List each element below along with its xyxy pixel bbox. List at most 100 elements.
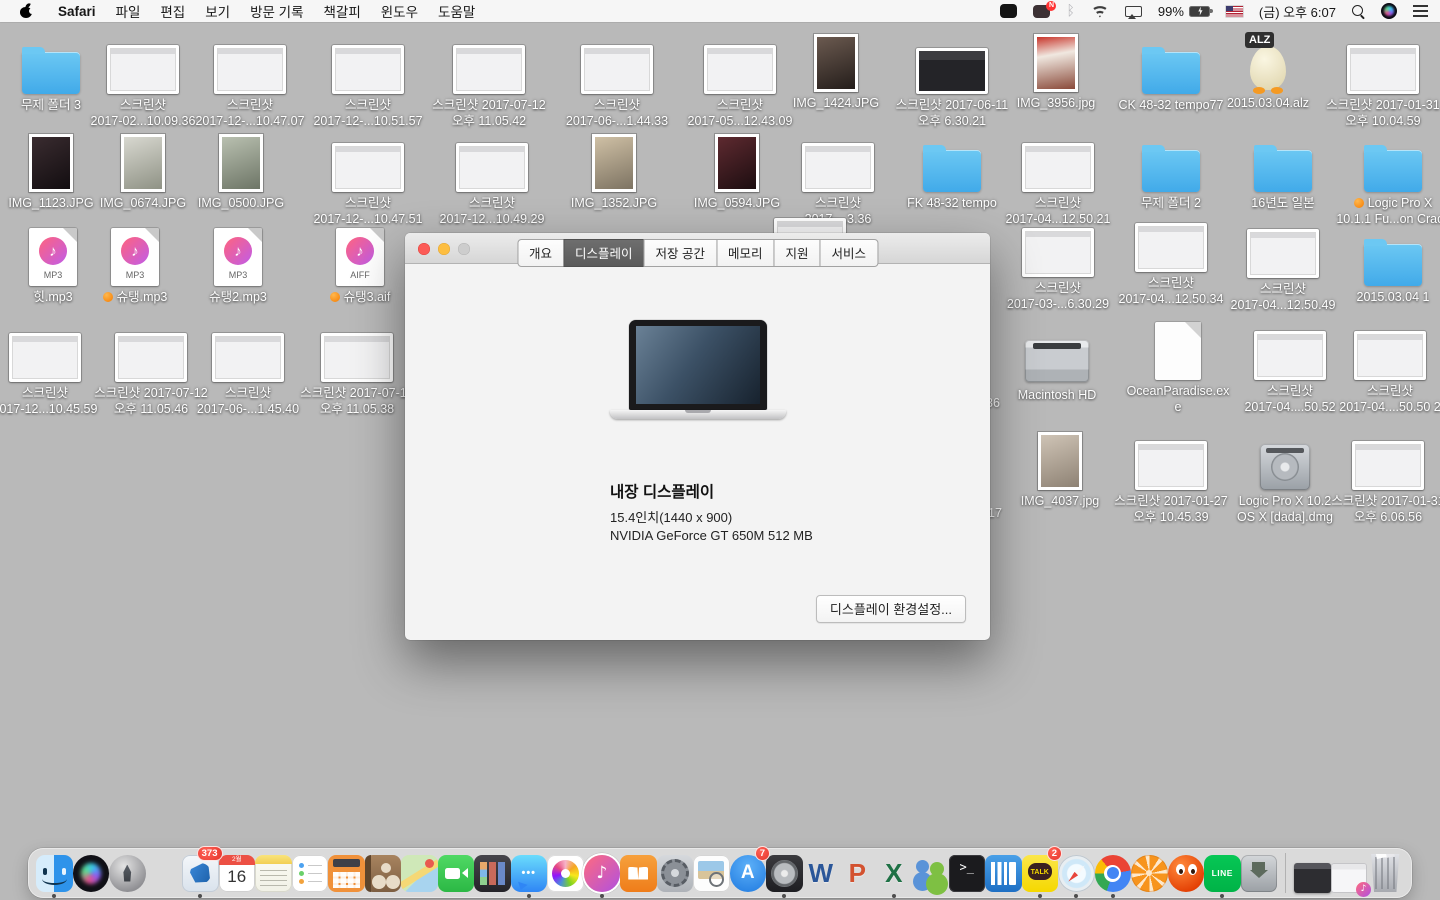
menu-item[interactable]: 방문 기록 (240, 1, 313, 21)
menu-item[interactable]: 파일 (106, 1, 151, 21)
wifi-icon[interactable] (1091, 5, 1109, 18)
desktop-icon[interactable]: 무제 폴더 2 (1109, 130, 1233, 211)
dock-terminal[interactable]: >_ (949, 849, 986, 897)
window-tab[interactable]: 서비스 (820, 239, 879, 267)
dock-ppt[interactable]: P (839, 849, 876, 897)
desktop-icon[interactable]: IMG_3956.jpg (994, 30, 1118, 111)
window-tab[interactable]: 디스플레이 (563, 239, 645, 267)
dock-siri[interactable] (73, 849, 110, 897)
window-titlebar[interactable]: 개요디스플레이저장 공간메모리지원서비스 (405, 233, 990, 264)
desktop-icon[interactable]: 스크린샷 2017-06-...1.44.33 (555, 32, 679, 130)
window-tab[interactable]: 지원 (774, 239, 821, 267)
dock-launchpad[interactable] (109, 849, 146, 897)
desktop-icon[interactable]: 스크린샷 2017-07-12 오후 11.05.42 (427, 32, 551, 130)
dock-photobooth[interactable] (474, 849, 511, 897)
line-status-icon[interactable] (1000, 4, 1017, 18)
app-menu-safari[interactable]: Safari (48, 0, 106, 22)
desktop-icon[interactable]: OceanParadise.ex e (1116, 318, 1240, 416)
airplay-icon[interactable] (1125, 6, 1142, 17)
menu-item[interactable]: 책갈피 (314, 1, 371, 21)
dock-preview[interactable] (693, 849, 730, 897)
desktop-icon[interactable]: ♪AIFF 슈탱3.aif (298, 224, 422, 305)
dock-notes[interactable] (255, 849, 292, 897)
dock-ibooks[interactable] (620, 849, 657, 897)
dock-gom[interactable] (1168, 849, 1205, 897)
dock-word[interactable]: W (803, 849, 840, 897)
desktop-icon[interactable]: 스크린샷 2017-01-31 오후 6.06.56 (1326, 428, 1440, 526)
dock-calculator[interactable] (328, 849, 365, 897)
minimize-button[interactable] (438, 243, 450, 255)
desktop-icon[interactable]: Macintosh HD (995, 322, 1119, 403)
desktop-icon[interactable]: 스크린샷 2017-12...10.49.29 (430, 130, 554, 228)
desktop-icon[interactable]: Logic Pro X 10.1.1 Fu...on Crack (1331, 130, 1440, 228)
desktop-icon[interactable]: ALZ 2015.03.04.alz (1206, 30, 1330, 111)
desktop-icon[interactable]: 스크린샷 2017-04...12.50.49 (1221, 216, 1345, 314)
input-source-flag-icon[interactable] (1226, 6, 1243, 17)
dock-mission-control[interactable] (146, 849, 183, 897)
dock-photos[interactable] (547, 849, 584, 897)
dock-reminders[interactable] (292, 849, 329, 897)
window-tab[interactable]: 개요 (517, 239, 564, 267)
desktop-icon[interactable]: 스크린샷 2017-04...12.50.21 (996, 130, 1120, 228)
window-tab[interactable]: 저장 공간 (644, 239, 717, 267)
menu-item[interactable]: 보기 (195, 1, 240, 21)
apple-menu[interactable] (0, 0, 48, 22)
dock-appstore[interactable]: A 7 (730, 849, 767, 897)
desktop-icon[interactable]: IMG_0500.JPG (179, 130, 303, 211)
dock-safari[interactable] (1058, 849, 1095, 897)
notification-center-icon[interactable] (1413, 5, 1428, 17)
dock-excel[interactable]: X (876, 849, 913, 897)
dock-line[interactable]: LINE (1204, 849, 1241, 897)
desktop-icon[interactable]: 스크린샷 2017-12-...10.51.57 (306, 32, 430, 130)
menu-item[interactable]: 도움말 (428, 1, 485, 21)
desktop-icon[interactable]: 스크린샷 2017-12-...10.47.51 (306, 130, 430, 228)
dock-sysprefs[interactable] (657, 849, 694, 897)
dock-dict[interactable] (985, 849, 1022, 897)
dock-chrome[interactable] (1095, 849, 1132, 897)
spotlight-icon[interactable] (1352, 5, 1365, 18)
desktop-icon[interactable]: ♪MP3 슈탱2.mp3 (176, 224, 300, 305)
desktop-icon[interactable]: IMG_4037.jpg (998, 428, 1122, 509)
dock-messenger[interactable] (912, 849, 949, 897)
menu-item[interactable]: 편집 (150, 1, 195, 21)
dock-logic[interactable] (766, 849, 803, 897)
desktop-icon[interactable]: 스크린샷 2017-01-31 오후 10.04.59 (1321, 32, 1440, 130)
desktop-icon[interactable]: 2015.03.04 1 (1331, 224, 1440, 305)
dock-tangerine[interactable] (1131, 849, 1168, 897)
bluetooth-icon[interactable]: ᛒ (1066, 3, 1074, 19)
display-preferences-button[interactable]: 디스플레이 환경설정... (816, 595, 966, 623)
dock-messages[interactable]: ••• (511, 849, 548, 897)
dock-window-light[interactable] (1331, 849, 1368, 897)
dock-facetime[interactable] (438, 849, 475, 897)
desktop-icon[interactable]: 스크린샷 2017-04....50.50 2 (1328, 318, 1440, 416)
dock-finder[interactable] (36, 849, 73, 897)
close-button[interactable] (418, 243, 430, 255)
desktop-icon[interactable]: IMG_1352.JPG (552, 130, 676, 211)
kakaotalk-status-icon[interactable]: N (1033, 5, 1050, 18)
desktop-icon[interactable]: 스크린샷 2017-06-...1.45.40 (186, 320, 310, 418)
menu-item[interactable]: 윈도우 (371, 1, 428, 21)
desktop-icon[interactable]: 스크린샷 2017-01-27 오후 10.45.39 (1109, 428, 1233, 526)
dock-trash[interactable] (1367, 849, 1404, 897)
desktop-icon[interactable]: 스크린샷 2017-12-...10.47.07 (188, 32, 312, 130)
dock-installer[interactable] (1241, 849, 1278, 897)
siri-icon[interactable] (1381, 3, 1397, 19)
file-label: 2015.03.04.alz (1206, 95, 1330, 111)
battery-indicator[interactable]: 99% (1158, 4, 1210, 19)
desktop-icon[interactable]: 스크린샷 2017-04...12.50.34 (1109, 210, 1233, 308)
dock-maps[interactable] (401, 849, 438, 897)
desktop-icon[interactable]: 스크린샷 2017-02...10.09.36 (81, 32, 205, 130)
menu-clock[interactable]: (금) 오후 6:07 (1259, 2, 1336, 21)
desktop-icon[interactable]: 스크린샷 2017-03-...6.30.29 (996, 215, 1120, 313)
dock-itunes[interactable]: ♪ (584, 849, 621, 897)
dock-mail[interactable]: 373 (182, 849, 219, 897)
dock-contacts[interactable] (365, 849, 402, 897)
dock-calendar[interactable]: 2월16 (219, 849, 256, 897)
file-label: 스크린샷 2017-03-...6.30.29 (996, 280, 1120, 313)
dock-window-dark[interactable] (1294, 849, 1331, 897)
dock-kakao[interactable]: TALK 2 (1022, 849, 1059, 897)
desktop-icon[interactable]: 스크린샷 2017-07-12 오후 11.05.38 (295, 320, 419, 418)
window-tab[interactable]: 메모리 (716, 239, 775, 267)
desktop-icon[interactable]: IMG_1424.JPG (774, 30, 898, 111)
desktop-icon[interactable]: 16년도 일본 (1221, 130, 1345, 211)
